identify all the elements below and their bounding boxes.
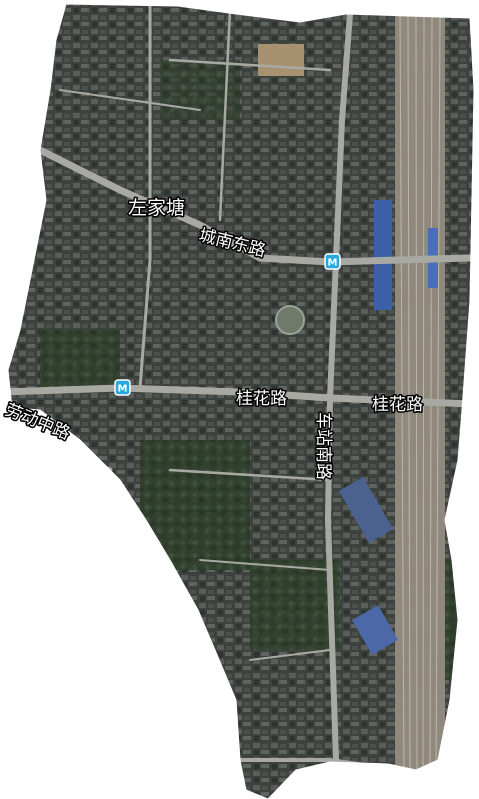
map-viewport[interactable]: M M 左家塘 城南东路 桂花路 桂花路 车站南路 劳动中路 [0,0,479,799]
metro-station-chengnan[interactable]: M [324,253,341,270]
platform-roof [374,200,392,310]
metro-station-symbol: M [328,258,338,269]
vegetation-patch [40,330,120,390]
metro-station-guihua[interactable]: M [114,379,131,396]
place-label-zuojiatang: 左家塘 [128,197,185,219]
road-label-guihua-east: 桂花路 [372,395,423,415]
vegetation-patch [250,560,340,650]
district-satellite-map: M M 左家塘 城南东路 桂花路 桂花路 车站南路 劳动中路 [0,0,479,799]
railway-yard [395,14,445,774]
metro-station-symbol: M [118,384,128,395]
road-label-guihua-west: 桂花路 [236,389,287,409]
road-label-chezhan-south: 车站南路 [313,412,333,480]
bare-ground [258,44,304,76]
roundabout-plaza [275,305,305,335]
